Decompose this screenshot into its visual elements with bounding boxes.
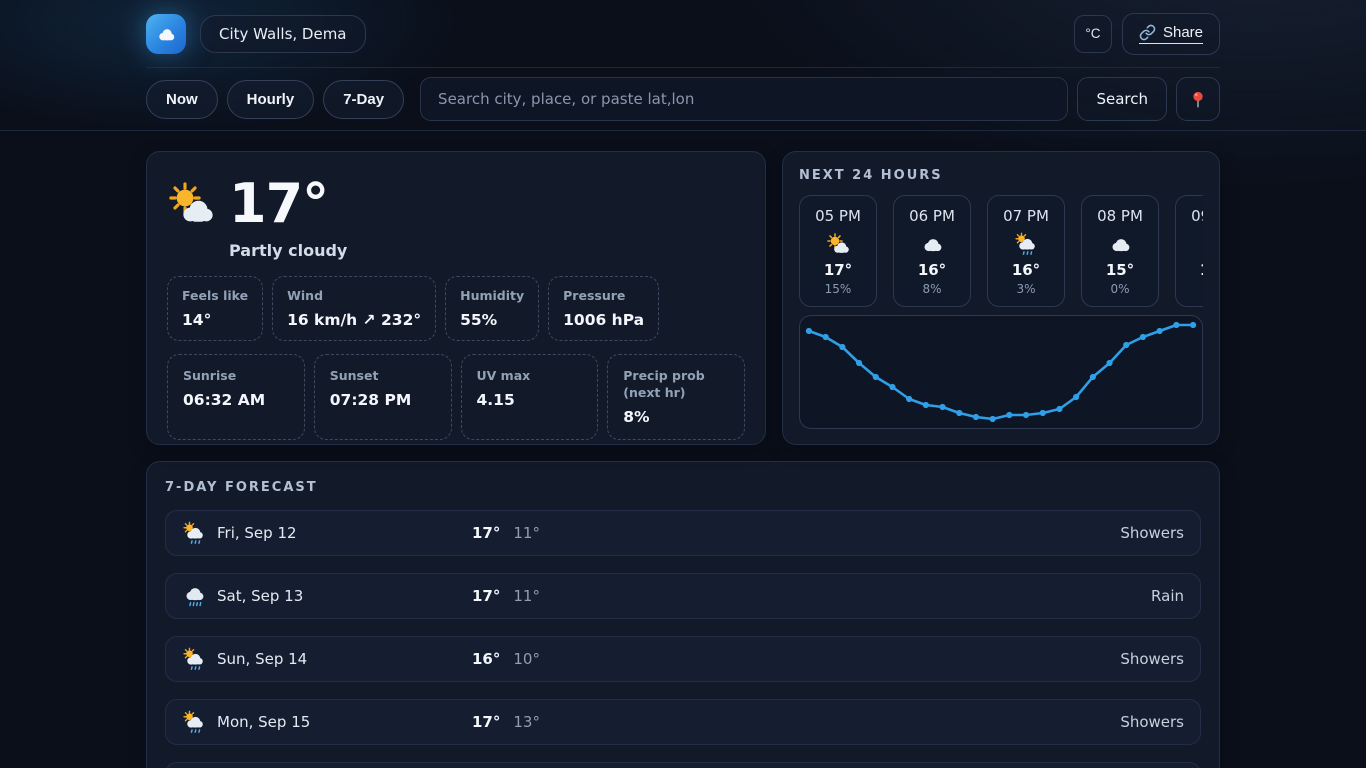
day-condition: Showers xyxy=(1120,650,1184,668)
day-condition: Showers xyxy=(1120,713,1184,731)
hour-card: 08 PM 15° 0% xyxy=(1081,195,1159,307)
top-bar: City Walls, Dema °C Share xyxy=(146,0,1220,68)
hour-card: 09 PM 14° 0% xyxy=(1175,195,1203,307)
next-24-hours-card: NEXT 24 HOURS 05 PM 17° 15% 06 PM 16° 8%… xyxy=(782,151,1220,445)
hour-card: 05 PM 17° 15% xyxy=(799,195,877,307)
top-bar-actions: °C Share xyxy=(1074,13,1220,55)
forecast-row-partial[interactable] xyxy=(165,762,1201,768)
search-input[interactable] xyxy=(420,77,1068,121)
hour-weather-icon xyxy=(1108,232,1132,256)
daily-section-title: 7-DAY FORECAST xyxy=(165,480,1201,495)
day-high: 17° xyxy=(472,524,500,542)
geolocate-button[interactable] xyxy=(1176,77,1220,121)
pin-icon xyxy=(1188,89,1208,109)
day-low: 11° xyxy=(513,587,540,605)
current-conditions-card: 17° Partly cloudy Feels like 14° Wind 16… xyxy=(146,151,766,445)
current-stats-row-1: Feels like 14° Wind 16 km/h ↗ 232° Humid… xyxy=(167,276,745,341)
hour-weather-icon xyxy=(826,232,850,256)
location-chip[interactable]: City Walls, Dema xyxy=(200,15,366,53)
temp-trend-chart xyxy=(799,315,1203,429)
day-left: Sat, Sep 13 xyxy=(182,584,472,608)
search-button[interactable]: Search xyxy=(1077,77,1167,121)
current-condition: Partly cloudy xyxy=(229,241,745,260)
hourly-strip[interactable]: 05 PM 17° 15% 06 PM 16° 8% 07 PM 16° 3% … xyxy=(799,195,1203,307)
day-low: 10° xyxy=(513,650,540,668)
forecast-row-sun[interactable]: Sun, Sep 14 16° 10° Showers xyxy=(165,636,1201,682)
seven-day-forecast-card: 7-DAY FORECAST Fri, Sep 12 17° 11° Showe… xyxy=(146,461,1220,768)
day-low: 13° xyxy=(513,713,540,731)
day-condition: Showers xyxy=(1120,524,1184,542)
stat-humidity: Humidity 55% xyxy=(445,276,539,341)
day-left: Sun, Sep 14 xyxy=(182,647,472,671)
location-label: City Walls, Dema xyxy=(219,25,347,43)
hour-card: 07 PM 16° 3% xyxy=(987,195,1065,307)
unit-toggle-button[interactable]: °C xyxy=(1074,15,1112,53)
stat-precip-prob: Precip prob (next hr) 8% xyxy=(607,354,745,440)
day-left: Fri, Sep 12 xyxy=(182,521,472,545)
current-stats-row-2: Sunrise 06:32 AM Sunset 07:28 PM UV max … xyxy=(167,354,745,440)
day-high: 16° xyxy=(472,650,500,668)
stat-sunrise: Sunrise 06:32 AM xyxy=(167,354,305,440)
day-low: 11° xyxy=(513,524,540,542)
app-logo xyxy=(146,14,186,54)
share-button[interactable]: Share xyxy=(1122,13,1220,55)
stat-uv-max: UV max 4.15 xyxy=(461,354,599,440)
stat-sunset: Sunset 07:28 PM xyxy=(314,354,452,440)
forecast-row-sat[interactable]: Sat, Sep 13 17° 11° Rain xyxy=(165,573,1201,619)
hour-weather-icon xyxy=(1202,232,1203,256)
hourly-section-title: NEXT 24 HOURS xyxy=(799,168,1203,183)
day-weather-icon xyxy=(182,521,206,545)
day-high: 17° xyxy=(472,587,500,605)
day-weather-icon xyxy=(182,710,206,734)
forecast-row-fri[interactable]: Fri, Sep 12 17° 11° Showers xyxy=(165,510,1201,556)
day-weather-icon xyxy=(182,647,206,671)
hour-card: 06 PM 16° 8% xyxy=(893,195,971,307)
day-condition: Rain xyxy=(1151,587,1184,605)
share-label: Share xyxy=(1163,24,1203,41)
day-left: Mon, Sep 15 xyxy=(182,710,472,734)
share-inner: Share xyxy=(1139,24,1203,44)
current-weather-icon xyxy=(167,180,215,228)
hour-weather-icon xyxy=(920,232,944,256)
nav-bar: Now Hourly 7-Day Search xyxy=(0,68,1366,131)
current-temp: 17° xyxy=(229,172,328,235)
daily-rows: Fri, Sep 12 17° 11° Showers Sat, Sep 13 … xyxy=(165,510,1201,768)
day-weather-icon xyxy=(182,584,206,608)
stat-pressure: Pressure 1006 hPa xyxy=(548,276,659,341)
tab-hourly[interactable]: Hourly xyxy=(227,80,315,119)
stat-wind: Wind 16 km/h ↗ 232° xyxy=(272,276,436,341)
cloud-logo-icon xyxy=(154,22,178,46)
temp-sparkline xyxy=(800,316,1202,428)
day-high: 17° xyxy=(472,713,500,731)
tab-now[interactable]: Now xyxy=(146,80,218,119)
hour-weather-icon xyxy=(1014,232,1038,256)
link-icon xyxy=(1139,24,1156,41)
forecast-row-mon[interactable]: Mon, Sep 15 17° 13° Showers xyxy=(165,699,1201,745)
tab-7day[interactable]: 7-Day xyxy=(323,80,404,119)
stat-feels-like: Feels like 14° xyxy=(167,276,263,341)
